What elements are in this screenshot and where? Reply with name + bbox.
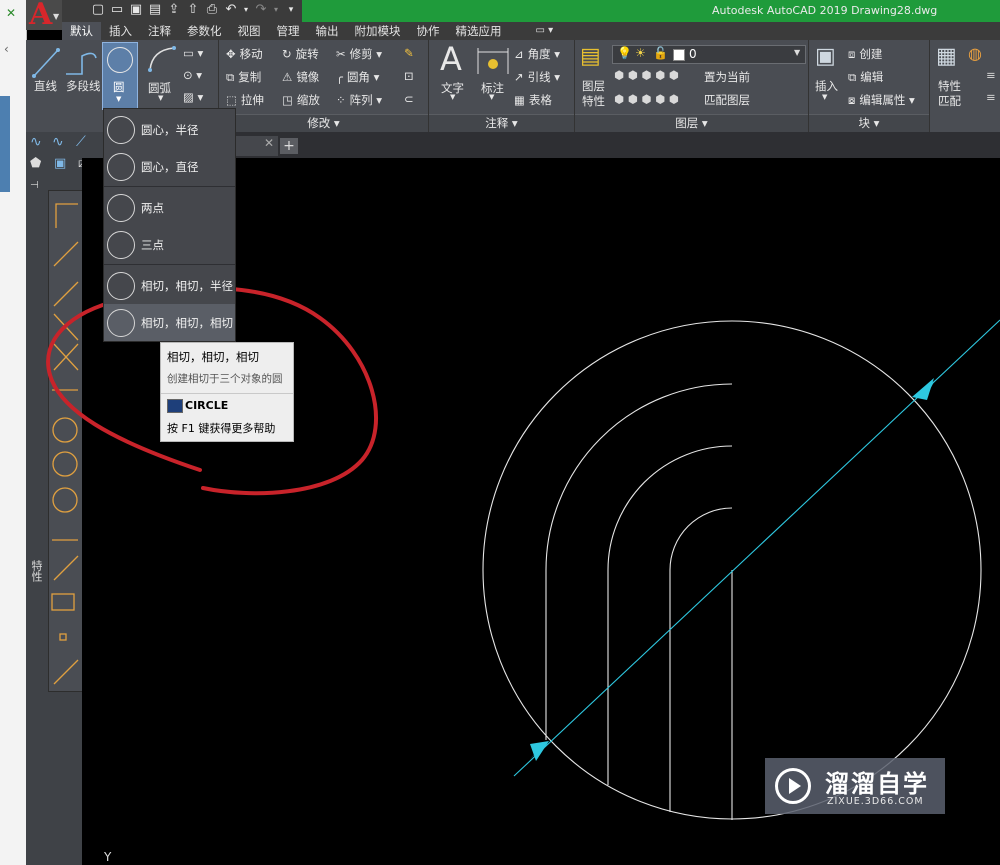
ucs-y-axis-label: Y	[104, 850, 112, 864]
option-label: 两点	[141, 200, 164, 215]
play-logo-icon	[775, 768, 811, 804]
tooltip-help: 按 F1 键获得更多帮助	[167, 422, 276, 435]
circle-center-radius-icon	[107, 115, 135, 144]
circle-2-point-icon	[107, 193, 135, 222]
watermark-site: ZIXUE.3D66.COM	[827, 796, 924, 807]
circle-center-radius-option[interactable]: 圆心，半径	[104, 111, 235, 148]
circle-tan-tan-tan-icon	[107, 308, 135, 337]
watermark-brand: 溜溜自学	[825, 770, 929, 798]
circle-tan-tan-radius-option[interactable]: 相切，相切，半径	[104, 267, 235, 304]
circle-3-point-option[interactable]: 三点	[104, 226, 235, 263]
option-label: 圆心，半径	[141, 122, 199, 137]
circle-tan-tan-tan-option[interactable]: 相切，相切，相切	[104, 304, 235, 341]
circle-center-diameter-icon	[107, 152, 135, 181]
circle-2-point-option[interactable]: 两点	[104, 189, 235, 226]
circle-center-diameter-option[interactable]: 圆心，直径	[104, 148, 235, 185]
watermark: 溜溜自学 ZIXUE.3D66.COM	[765, 758, 945, 814]
option-label: 圆心，直径	[141, 159, 199, 174]
menu-separator	[104, 264, 235, 265]
tooltip-title: 相切，相切，相切	[167, 350, 259, 364]
circle-3-point-icon	[107, 230, 135, 259]
command-line-icon	[167, 399, 183, 413]
tooltip-divider	[161, 393, 293, 394]
arc-line-3	[669, 507, 733, 812]
tooltip-command: CIRCLE	[185, 399, 229, 412]
option-label: 相切，相切，半径	[141, 278, 233, 293]
circle-dropdown-menu: 圆心，半径 圆心，直径 两点 三点 相切，相切，半径 相切，相切，相切	[103, 108, 236, 342]
menu-separator	[104, 186, 235, 187]
option-label: 三点	[141, 237, 164, 252]
arc-line-1	[545, 383, 733, 740]
option-label: 相切，相切，相切	[141, 315, 233, 330]
tooltip-description: 创建相切于三个对象的圆	[167, 373, 283, 385]
command-tooltip: 相切，相切，相切 创建相切于三个对象的圆 CIRCLE 按 F1 键获得更多帮助	[160, 342, 294, 442]
circle-tan-tan-radius-icon	[107, 271, 135, 300]
tangent-marker-upper-arrow	[912, 378, 934, 400]
